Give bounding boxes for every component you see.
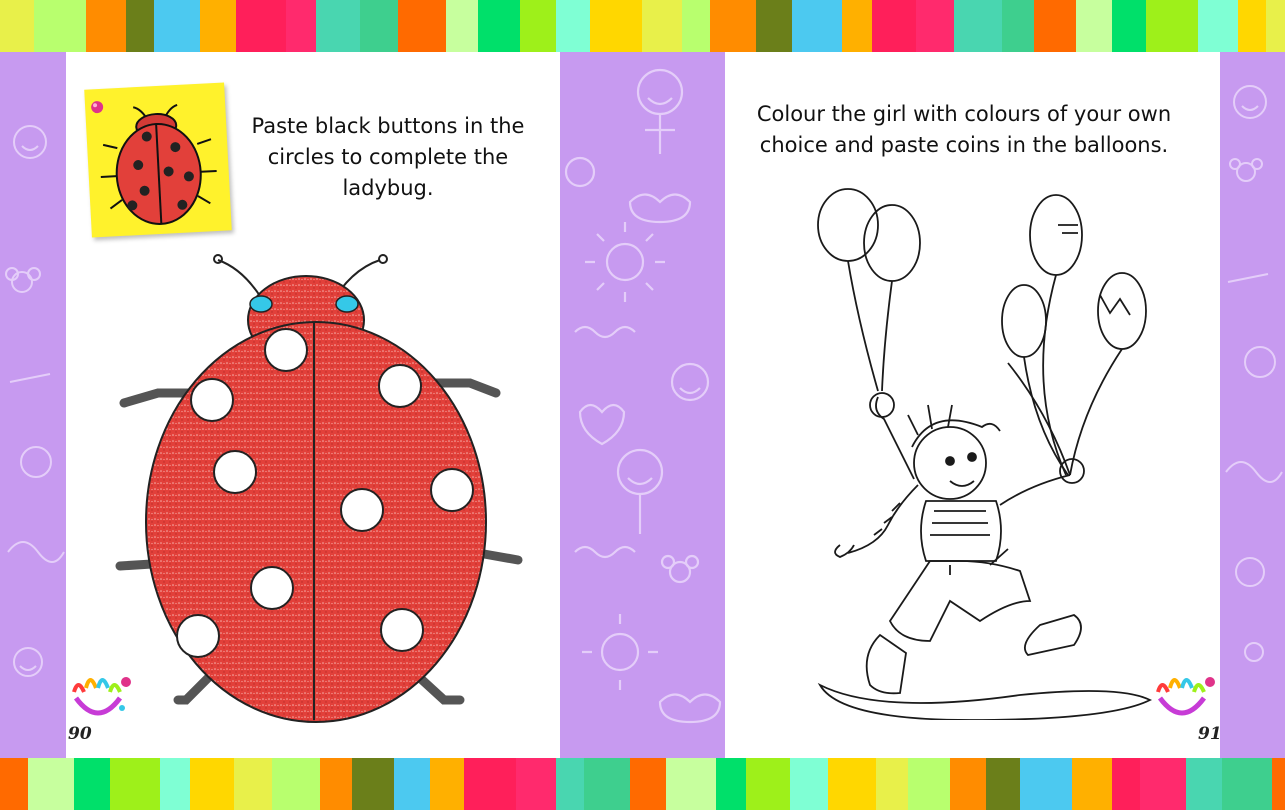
stripe-segment	[1146, 0, 1198, 52]
stripe-segment	[236, 0, 286, 52]
stripe-segment	[446, 0, 478, 52]
stripe-segment	[908, 758, 950, 810]
left-page-number: 90	[68, 724, 92, 744]
stripe-segment	[0, 0, 34, 52]
stripe-segment	[1072, 758, 1112, 810]
stripe-segment	[682, 0, 710, 52]
stripe-segment	[110, 758, 160, 810]
stripe-segment	[556, 0, 590, 52]
top-color-stripe	[0, 0, 1285, 52]
rainbow-handprint-icon	[72, 677, 131, 716]
small-ladybug-icon	[91, 101, 217, 225]
right-lilac-border	[1220, 52, 1285, 758]
stripe-segment	[872, 0, 916, 52]
stripe-segment	[584, 758, 630, 810]
stripe-segment	[86, 0, 126, 52]
doodle-pattern-icon	[564, 68, 722, 724]
stripe-segment	[478, 0, 520, 52]
stripe-segment	[360, 0, 398, 52]
stripe-segment	[916, 0, 954, 52]
stripe-segment	[154, 0, 200, 52]
doodle-pattern-icon	[5, 125, 65, 677]
stripe-segment	[394, 758, 430, 810]
stripe-segment	[286, 0, 316, 52]
stripe-segment	[160, 758, 190, 810]
stripe-segment	[1186, 758, 1222, 810]
stripe-segment	[756, 0, 792, 52]
stripe-segment	[716, 758, 746, 810]
stripe-segment	[986, 758, 1020, 810]
stripe-segment	[0, 758, 28, 810]
stripe-segment	[316, 0, 360, 52]
stripe-segment	[1140, 758, 1186, 810]
stripe-segment	[1272, 758, 1285, 810]
stripe-segment	[876, 758, 908, 810]
stripe-segment	[790, 758, 828, 810]
stripe-segment	[1034, 0, 1076, 52]
stripe-segment	[1020, 758, 1072, 810]
left-lilac-border	[0, 52, 66, 758]
doodle-pattern-icon	[1225, 85, 1283, 662]
stripe-segment	[792, 0, 842, 52]
stripe-segment	[464, 758, 516, 810]
stripe-segment	[1076, 0, 1112, 52]
right-page-number: 91	[1198, 724, 1222, 744]
stripe-segment	[74, 758, 110, 810]
center-lilac-band	[560, 52, 725, 758]
left-instruction: Paste black buttons in the circles to co…	[251, 114, 525, 200]
stripe-segment	[710, 0, 756, 52]
stripe-segment	[1266, 0, 1285, 52]
stripe-segment	[1112, 758, 1140, 810]
stripe-segment	[1238, 0, 1266, 52]
stripe-segment	[1198, 0, 1238, 52]
ladybug-outline-icon	[115, 254, 523, 723]
stripe-segment	[590, 0, 642, 52]
stripe-segment	[520, 0, 556, 52]
stripe-segment	[746, 758, 790, 810]
stripe-segment	[200, 0, 236, 52]
stripe-segment	[950, 758, 986, 810]
stripe-segment	[430, 758, 464, 810]
stripe-segment	[234, 758, 272, 810]
stripe-segment	[352, 758, 394, 810]
stripe-segment	[630, 758, 666, 810]
stripe-segment	[34, 0, 86, 52]
stripe-segment	[1222, 758, 1272, 810]
stripe-segment	[828, 758, 876, 810]
bottom-color-stripe	[0, 758, 1285, 810]
stripe-segment	[516, 758, 556, 810]
stripe-segment	[272, 758, 320, 810]
stripe-segment	[666, 758, 716, 810]
rainbow-handprint-icon	[1156, 677, 1215, 716]
girl-with-balloons-icon	[817, 188, 1153, 720]
stripe-segment	[642, 0, 682, 52]
stripe-segment	[1002, 0, 1034, 52]
stripe-segment	[954, 0, 1002, 52]
stripe-segment	[842, 0, 872, 52]
sticky-note	[84, 82, 232, 238]
stripe-segment	[126, 0, 154, 52]
stripe-segment	[320, 758, 352, 810]
stripe-segment	[28, 758, 74, 810]
stripe-segment	[1112, 0, 1146, 52]
stripe-segment	[398, 0, 446, 52]
stripe-segment	[556, 758, 584, 810]
stripe-segment	[190, 758, 234, 810]
right-instruction: Colour the girl with colours of your own…	[756, 102, 1172, 157]
